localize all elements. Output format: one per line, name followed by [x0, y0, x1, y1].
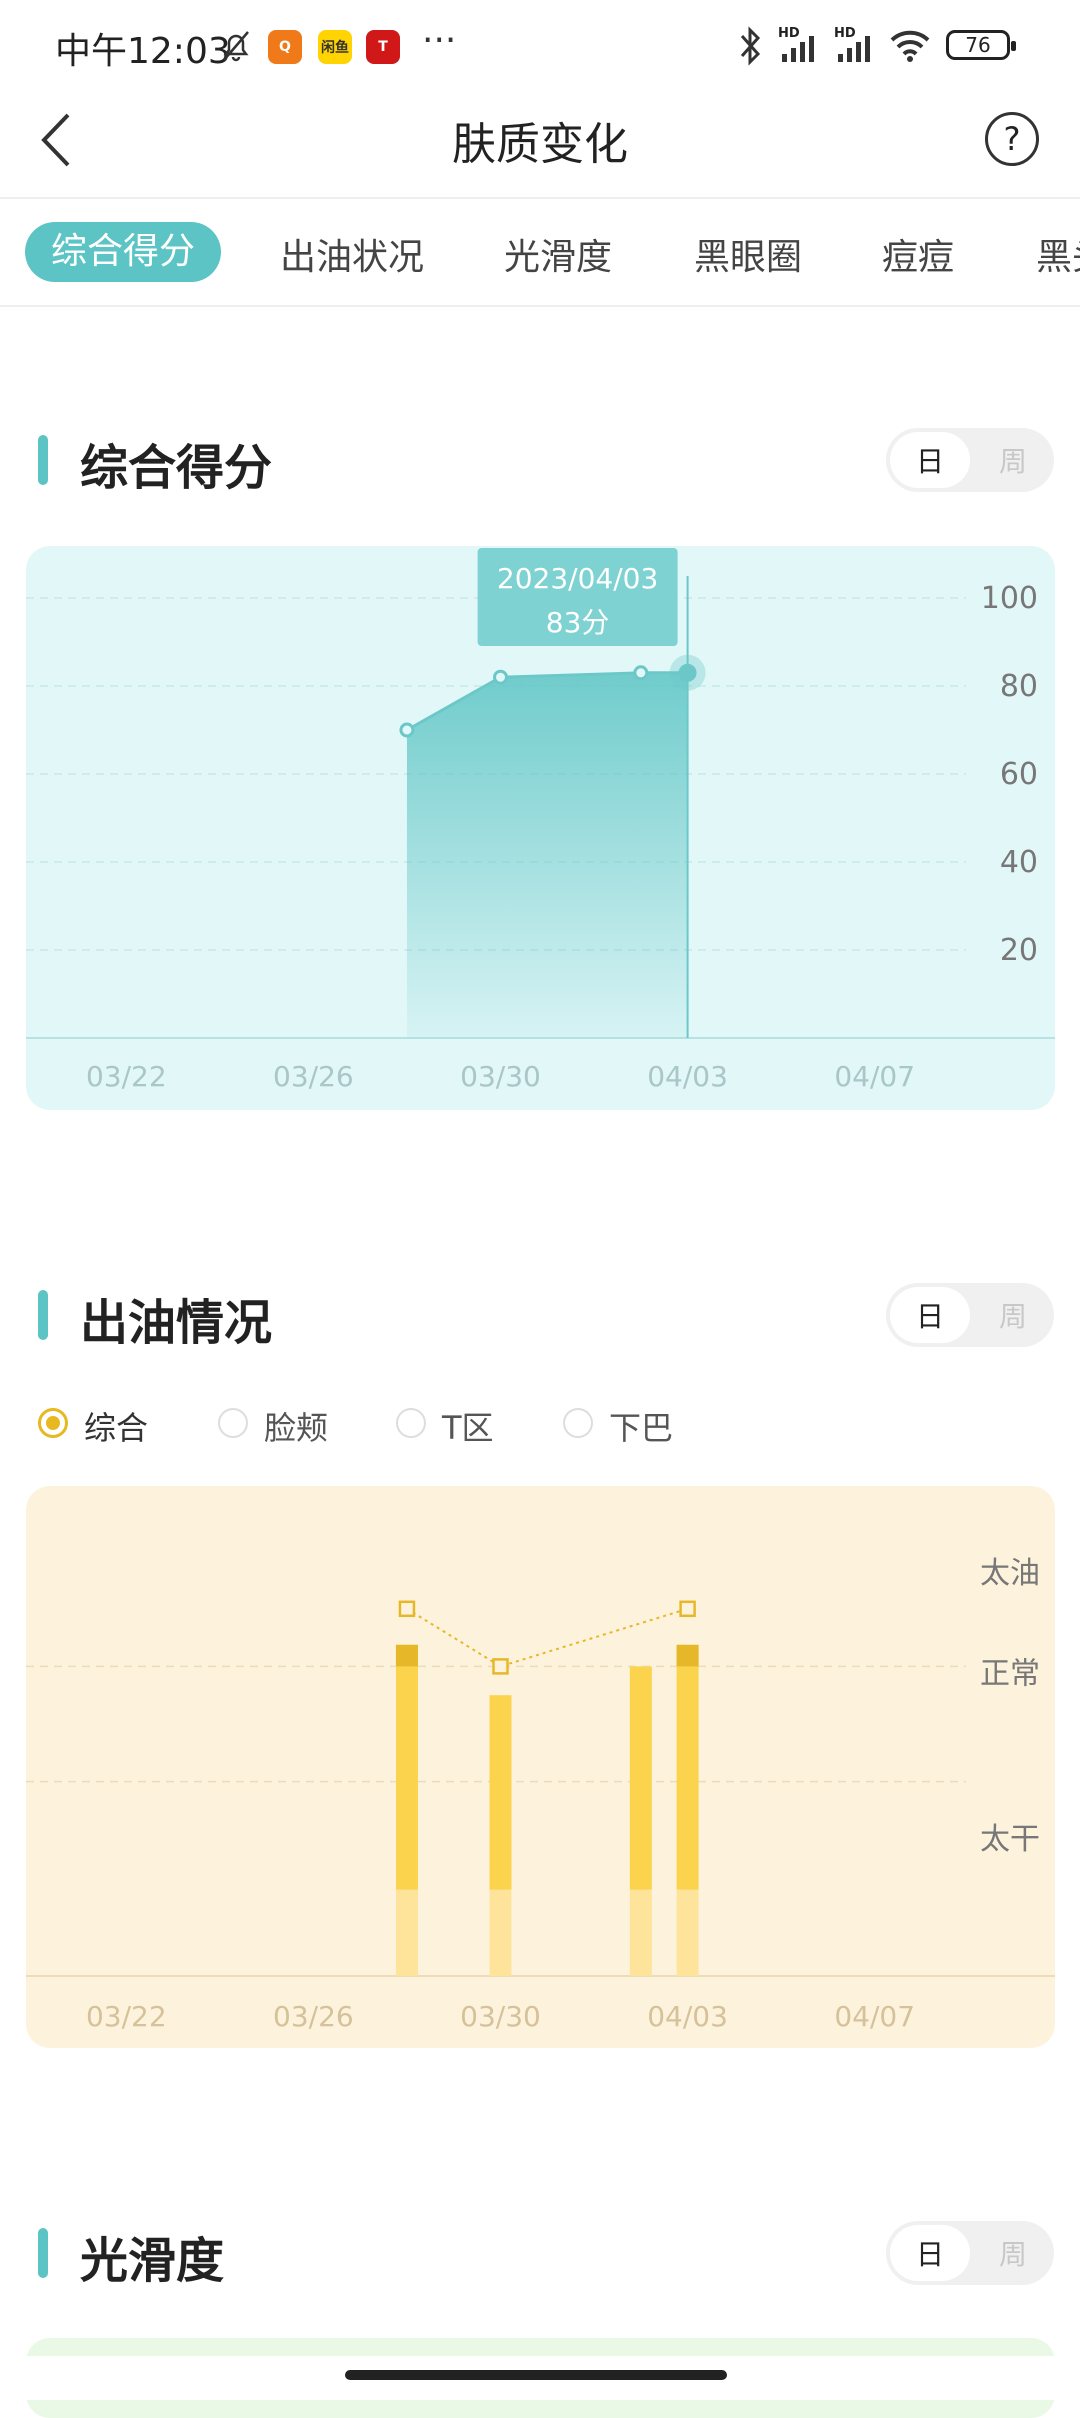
more-notifications-icon: ··· [422, 20, 457, 61]
oil-bar-base [676, 1889, 699, 1976]
score-chart[interactable]: 100 80 60 40 20 03/22 03/26 03/30 04/03 04/07 2023… [26, 546, 1055, 1110]
bluetooth-icon [740, 26, 761, 66]
toggle-week[interactable]: 周 [976, 1287, 1050, 1343]
page-title: 肤质变化 [452, 119, 628, 170]
oil-bar-top [676, 1644, 699, 1667]
smooth-section-title: 光滑度 [80, 2233, 225, 2289]
help-button[interactable]: ? [985, 112, 1039, 166]
category-tabs: 综合得分 出油状况 光滑度 黑眼圈 痘痘 黑头 [0, 200, 1080, 305]
x-tick-label: 03/26 [273, 2000, 354, 2033]
oil-bar [676, 1644, 699, 1890]
wifi-icon [890, 30, 930, 62]
score-area [406, 672, 688, 1038]
x-tick-label: 03/26 [273, 1060, 354, 1093]
tab-dark-circles[interactable]: 黑眼圈 [694, 228, 802, 280]
oil-bar-base [629, 1889, 652, 1976]
radio-overall[interactable] [38, 1408, 68, 1438]
tooltip-value: 83分 [546, 606, 610, 639]
section-accent-bar [38, 435, 48, 485]
radio-chin-label: 下巴 [609, 1409, 674, 1447]
tab-overall[interactable]: 综合得分 [25, 222, 222, 282]
tab-oil[interactable]: 出油状况 [280, 228, 424, 280]
x-tick-label: 03/22 [86, 1060, 167, 1093]
y-level-label: 正常 [980, 1657, 1040, 1692]
oil-trend-point [492, 1658, 509, 1675]
oil-period-toggle: 日 周 [886, 1283, 1054, 1347]
oil-trend-line [406, 1607, 688, 1668]
radio-t-zone-label: T区 [442, 1409, 494, 1447]
qq-app-icon: Q [268, 30, 302, 64]
taobao-app-icon: 闲鱼 [318, 30, 352, 64]
x-tick-label: 03/30 [460, 1060, 541, 1093]
y-level-label: 太油 [980, 1556, 1040, 1591]
toggle-day[interactable]: 日 [890, 432, 970, 488]
oil-trend-point [398, 1600, 416, 1618]
radio-cheek[interactable] [218, 1408, 248, 1438]
oil-bar [489, 1695, 512, 1890]
score-period-toggle: 日 周 [886, 428, 1054, 492]
tab-blackheads[interactable]: 黑头 [1036, 228, 1080, 280]
x-tick-label: 04/07 [834, 2000, 915, 2033]
data-point [493, 669, 508, 685]
radio-chin[interactable] [563, 1408, 593, 1438]
oil-section-title: 出油情况 [80, 1295, 273, 1351]
oil-bar-base [489, 1889, 512, 1976]
smooth-period-toggle: 日 周 [886, 2221, 1054, 2285]
y-tick-label: 60 [1000, 757, 1038, 792]
status-bar: 中午12:03 Q 闲鱼 T ··· HD HD 76 [0, 0, 1080, 90]
toggle-week[interactable]: 周 [976, 2225, 1050, 2281]
section-accent-bar [38, 1290, 48, 1340]
y-tick-label: 80 [1000, 669, 1038, 704]
data-point [633, 665, 649, 681]
x-tick-label: 03/22 [86, 2000, 167, 2033]
y-level-label: 太干 [980, 1822, 1040, 1857]
toggle-day[interactable]: 日 [890, 1287, 970, 1343]
oil-chart-card: 太油正常太干 03/22 03/26 03/30 04/03 04/07 [26, 1486, 1055, 2048]
oil-bar-top [395, 1644, 418, 1667]
header-divider [0, 197, 1080, 199]
score-section-title: 综合得分 [80, 440, 273, 496]
oil-trend-point [679, 1600, 696, 1618]
x-tick-label: 04/03 [647, 1060, 728, 1093]
radio-t-zone[interactable] [396, 1408, 426, 1438]
oil-chart[interactable]: 太油正常太干 03/22 03/26 03/30 04/03 04/07 [26, 1486, 1055, 2048]
y-tick-label: 20 [1000, 933, 1038, 968]
tesla-app-icon: T [366, 30, 400, 64]
x-tick-label: 03/30 [460, 2000, 541, 2033]
oil-bar [629, 1666, 652, 1890]
radio-overall-label: 综合 [84, 1409, 149, 1447]
bell-off-icon [223, 31, 249, 62]
tabs-divider [0, 305, 1080, 307]
toggle-day[interactable]: 日 [890, 2225, 970, 2281]
y-tick-label: 100 [981, 581, 1038, 616]
tooltip-date: 2023/04/03 [497, 562, 658, 595]
signal-icon-2 [838, 36, 870, 62]
oil-bar [395, 1644, 418, 1890]
toggle-week[interactable]: 周 [976, 432, 1050, 488]
tab-smooth[interactable]: 光滑度 [504, 228, 612, 280]
battery-icon: 76 [946, 30, 1016, 60]
tab-acne[interactable]: 痘痘 [882, 228, 954, 280]
home-indicator[interactable] [345, 2370, 727, 2380]
selected-point [678, 663, 697, 682]
y-tick-label: 40 [1000, 845, 1038, 880]
radio-cheek-label: 脸颊 [264, 1409, 329, 1447]
status-time: 中午12:03 [55, 31, 231, 72]
oil-bar-base [395, 1889, 418, 1976]
x-tick-label: 04/07 [834, 1060, 915, 1093]
x-tick-label: 04/03 [647, 2000, 728, 2033]
section-accent-bar [38, 2228, 48, 2278]
signal-icon-1 [782, 36, 814, 62]
score-chart-card: 100 80 60 40 20 03/22 03/26 03/30 04/03 04/07 2023… [26, 546, 1055, 1110]
data-point [399, 722, 415, 738]
